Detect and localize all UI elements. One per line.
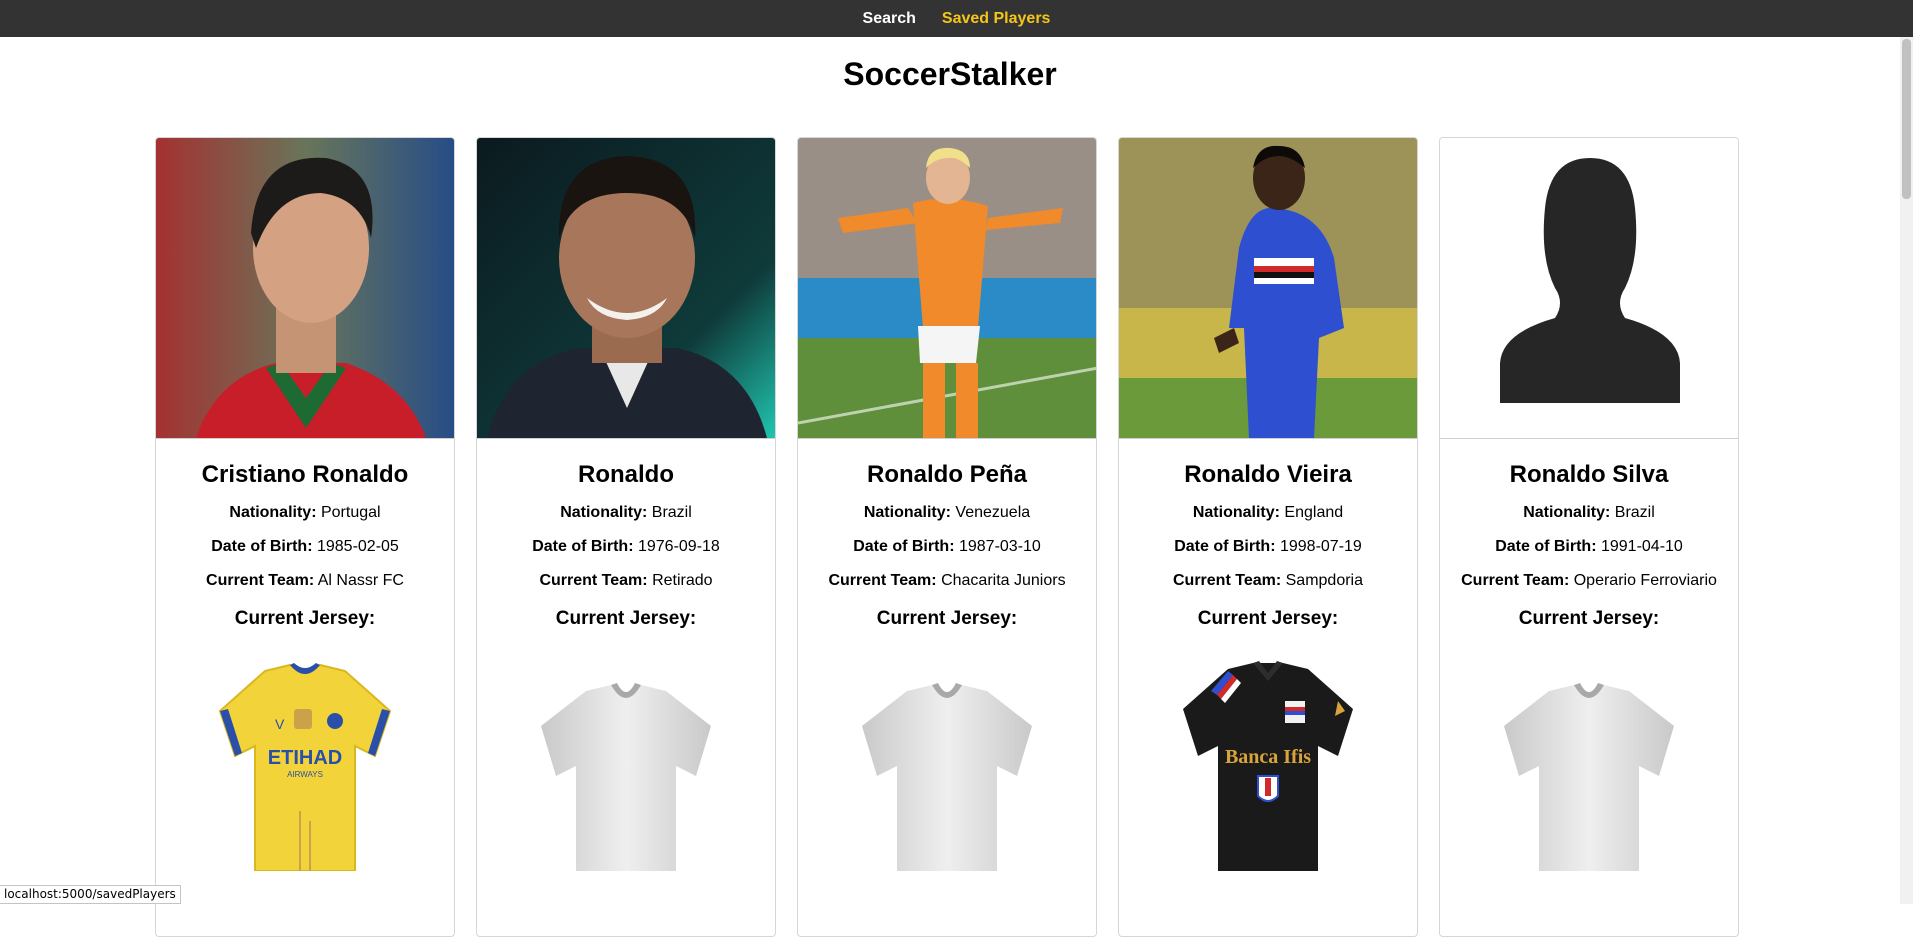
jersey-label: Current Jersey:	[156, 607, 454, 631]
player-nationality: Nationality: Brazil	[1440, 503, 1738, 523]
dob-label: Date of Birth:	[1174, 538, 1275, 555]
player-team: Current Team: Al Nassr FC	[156, 571, 454, 591]
dob-label: Date of Birth:	[1495, 538, 1596, 555]
jersey-sponsor-subtext: AIRWAYS	[287, 770, 323, 779]
player-photo	[798, 138, 1097, 439]
svg-text:V: V	[275, 716, 285, 732]
team-value: Chacarita Juniors	[941, 572, 1066, 589]
team-value: Al Nassr FC	[318, 572, 404, 589]
player-name: Cristiano Ronaldo	[156, 461, 454, 489]
top-navigation: Search Saved Players	[0, 0, 1913, 37]
player-card: Cristiano Ronaldo Nationality: Portugal …	[155, 137, 455, 937]
player-team: Current Team: Chacarita Juniors	[798, 571, 1096, 591]
generic-jersey-icon	[477, 661, 775, 871]
player-dob: Date of Birth: 1991-04-10	[1440, 537, 1738, 557]
player-card: Ronaldo Nationality: Brazil Date of Birt…	[476, 137, 776, 937]
jersey-label: Current Jersey:	[798, 607, 1096, 631]
player-nationality: Nationality: Portugal	[156, 503, 454, 523]
team-value: Retirado	[652, 572, 712, 589]
dob-label: Date of Birth:	[532, 538, 633, 555]
dob-value: 1976-09-18	[638, 538, 720, 555]
jersey-sponsor-text: Banca Ifis	[1225, 746, 1311, 768]
player-card: Ronaldo Peña Nationality: Venezuela Date…	[797, 137, 1097, 937]
jersey-label: Current Jersey:	[1119, 607, 1417, 631]
dob-value: 1987-03-10	[959, 538, 1041, 555]
nationality-value: Portugal	[321, 504, 381, 521]
dob-value: 1998-07-19	[1280, 538, 1362, 555]
scrollbar-thumb[interactable]	[1902, 39, 1911, 199]
player-dob: Date of Birth: 1985-02-05	[156, 537, 454, 557]
nationality-value: Brazil	[652, 504, 692, 521]
player-photo	[477, 138, 776, 439]
team-label: Current Team:	[206, 572, 314, 589]
player-name: Ronaldo Vieira	[1119, 461, 1417, 489]
team-label: Current Team:	[1461, 572, 1569, 589]
team-value: Sampdoria	[1286, 572, 1363, 589]
page-scrollbar[interactable]	[1900, 37, 1913, 904]
status-bar-url: localhost:5000/savedPlayers	[0, 885, 181, 904]
player-nationality: Nationality: England	[1119, 503, 1417, 523]
player-dob: Date of Birth: 1987-03-10	[798, 537, 1096, 557]
team-label: Current Team:	[1173, 572, 1281, 589]
silhouette-avatar-icon	[1440, 138, 1739, 438]
nationality-label: Nationality:	[560, 504, 647, 521]
dob-label: Date of Birth:	[211, 538, 312, 555]
team-label: Current Team:	[539, 572, 647, 589]
player-team: Current Team: Operario Ferroviario	[1440, 571, 1738, 591]
player-photo	[156, 138, 455, 439]
player-dob: Date of Birth: 1976-09-18	[477, 537, 775, 557]
al-nassr-jersey-icon: ETIHAD AIRWAYS V	[156, 661, 454, 871]
nationality-label: Nationality:	[864, 504, 951, 521]
player-nationality: Nationality: Brazil	[477, 503, 775, 523]
nationality-value: England	[1284, 504, 1343, 521]
saved-players-list: Cristiano Ronaldo Nationality: Portugal …	[155, 137, 1739, 937]
generic-jersey-icon	[798, 661, 1096, 871]
dob-value: 1991-04-10	[1601, 538, 1683, 555]
team-value: Operario Ferroviario	[1574, 572, 1717, 589]
team-label: Current Team:	[828, 572, 936, 589]
jersey-label: Current Jersey:	[477, 607, 775, 631]
player-photo	[1119, 138, 1418, 439]
nationality-label: Nationality:	[229, 504, 316, 521]
nav-search-link[interactable]: Search	[863, 10, 916, 28]
nationality-value: Venezuela	[955, 504, 1030, 521]
player-name: Ronaldo Peña	[798, 461, 1096, 489]
dob-label: Date of Birth:	[853, 538, 954, 555]
player-team: Current Team: Sampdoria	[1119, 571, 1417, 591]
player-name: Ronaldo Silva	[1440, 461, 1738, 489]
nationality-label: Nationality:	[1523, 504, 1610, 521]
sampdoria-jersey-icon: Banca Ifis	[1119, 661, 1417, 871]
nationality-value: Brazil	[1615, 504, 1655, 521]
dob-value: 1985-02-05	[317, 538, 399, 555]
player-nationality: Nationality: Venezuela	[798, 503, 1096, 523]
generic-jersey-icon	[1440, 661, 1738, 871]
player-card: Ronaldo Vieira Nationality: England Date…	[1118, 137, 1418, 937]
player-team: Current Team: Retirado	[477, 571, 775, 591]
nav-saved-players-link[interactable]: Saved Players	[942, 10, 1051, 28]
player-card: Ronaldo Silva Nationality: Brazil Date o…	[1439, 137, 1739, 937]
jersey-label: Current Jersey:	[1440, 607, 1738, 631]
nationality-label: Nationality:	[1193, 504, 1280, 521]
player-dob: Date of Birth: 1998-07-19	[1119, 537, 1417, 557]
player-photo-placeholder	[1440, 138, 1739, 439]
player-name: Ronaldo	[477, 461, 775, 489]
page-title: SoccerStalker	[0, 56, 1900, 93]
jersey-sponsor-text: ETIHAD	[268, 747, 342, 769]
